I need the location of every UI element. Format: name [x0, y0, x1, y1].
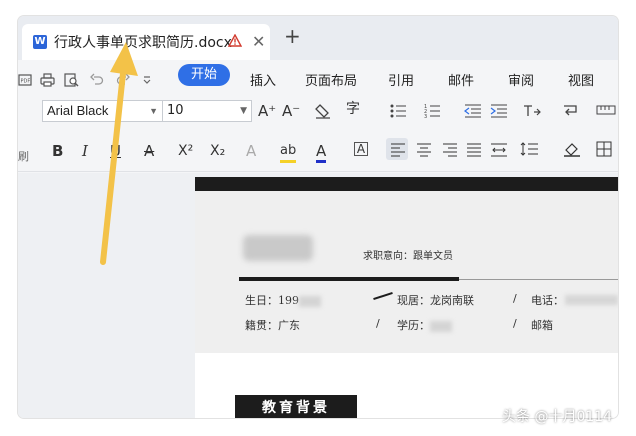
- redacted-education: [430, 320, 452, 332]
- redacted-phone: [565, 295, 618, 305]
- email-field[interactable]: 邮箱: [531, 317, 553, 333]
- increase-indent-icon[interactable]: [490, 103, 508, 119]
- close-tab-icon[interactable]: ✕: [252, 32, 265, 51]
- highlight-color-button[interactable]: ab: [280, 142, 297, 163]
- resume-header-block: 求职意向：跟单文员 生日：199 现居：龙岗南联 / 电话： 籍贯：广东 / 学…: [195, 191, 618, 353]
- chevron-down-icon: ▼: [149, 106, 158, 116]
- grow-font-button[interactable]: A⁺: [258, 102, 276, 120]
- menu-tab-home[interactable]: 开始: [178, 64, 230, 86]
- underline-button[interactable]: U: [110, 142, 121, 160]
- distributed-align-icon[interactable]: [490, 141, 508, 157]
- document-page[interactable]: 求职意向：跟单文员 生日：199 现居：龙岗南联 / 电话： 籍贯：广东 / 学…: [195, 177, 618, 418]
- address-field[interactable]: 现居：龙岗南联: [397, 292, 474, 308]
- menu-tab-review[interactable]: 审阅: [508, 70, 534, 89]
- italic-button[interactable]: I: [82, 142, 88, 160]
- pdf-export-icon[interactable]: PDF: [18, 73, 32, 87]
- source-watermark: 头条 @十月0114: [502, 409, 613, 425]
- education-field[interactable]: 学历：: [397, 317, 452, 333]
- header-rule-thin: [459, 279, 618, 280]
- svg-text:3: 3: [424, 114, 427, 119]
- chevron-down-icon: ▼: [240, 106, 247, 116]
- header-rule-thick: [239, 277, 459, 281]
- new-tab-icon[interactable]: +: [284, 26, 301, 46]
- resume-top-bar: [195, 177, 618, 191]
- print-preview-icon[interactable]: [64, 73, 79, 87]
- line-spacing-icon[interactable]: [520, 141, 540, 157]
- numbered-list-icon[interactable]: 123: [424, 103, 444, 119]
- menu-bar: PDF 开始 插入 页面布局 引用 邮件 审阅 视图: [18, 60, 618, 98]
- decorative-stroke: [373, 291, 393, 301]
- phonetic-guide-button[interactable]: 字: [346, 100, 360, 118]
- font-family-select[interactable]: Arial Black ▼: [42, 100, 163, 122]
- origin-field[interactable]: 籍贯：广东: [245, 317, 300, 333]
- birth-label: 生日：199: [245, 294, 299, 307]
- document-canvas[interactable]: 求职意向：跟单文员 生日：199 现居：龙岗南联 / 电话： 籍贯：广东 / 学…: [18, 173, 618, 418]
- separator: /: [376, 317, 380, 330]
- ruler-icon[interactable]: [596, 104, 616, 116]
- menu-tab-references[interactable]: 引用: [388, 70, 414, 89]
- undo-icon[interactable]: [90, 73, 104, 87]
- birth-field[interactable]: 生日：199: [245, 292, 321, 308]
- job-intent[interactable]: 求职意向：跟单文员: [363, 247, 453, 262]
- app-window: W 行政人事单页求职简历.docx ✕ + PDF 开始 插入 页面布局 引用 …: [18, 16, 618, 418]
- text-direction-icon[interactable]: [522, 102, 542, 118]
- strikethrough-button[interactable]: A: [144, 142, 154, 160]
- word-doc-icon: W: [33, 35, 47, 49]
- bullet-list-icon[interactable]: [390, 103, 410, 119]
- text-effect-button[interactable]: A: [246, 142, 256, 160]
- quick-access-dropdown-icon[interactable]: [142, 75, 152, 85]
- separator: /: [513, 317, 517, 330]
- character-border-button[interactable]: A: [354, 142, 368, 156]
- print-icon[interactable]: [40, 73, 55, 87]
- menu-tab-page-layout[interactable]: 页面布局: [305, 70, 357, 89]
- bold-button[interactable]: B: [52, 142, 63, 160]
- ribbon: Arial Black ▼ 10 ▼ A⁺ A⁻ 字 123 刷 B I U A…: [18, 94, 618, 172]
- borders-icon[interactable]: [596, 141, 612, 157]
- warning-icon[interactable]: [228, 34, 242, 47]
- separator: /: [513, 292, 517, 305]
- align-right-icon[interactable]: [442, 141, 458, 157]
- decrease-indent-icon[interactable]: [464, 103, 482, 119]
- education-label: 学历：: [397, 319, 430, 332]
- phone-field[interactable]: 电话：: [531, 292, 564, 308]
- shading-icon[interactable]: [562, 141, 582, 157]
- font-size-value: 10: [167, 103, 184, 118]
- font-family-value: Arial Black: [47, 103, 109, 118]
- menu-tab-view[interactable]: 视图: [568, 70, 594, 89]
- font-color-button[interactable]: A: [316, 142, 327, 163]
- redo-icon[interactable]: [116, 73, 130, 87]
- justify-icon[interactable]: [466, 141, 482, 157]
- font-size-select[interactable]: 10 ▼: [162, 100, 252, 122]
- subscript-button[interactable]: X₂: [210, 142, 225, 160]
- education-section-title[interactable]: 教育背景: [235, 395, 357, 418]
- redacted-name: [243, 235, 313, 261]
- align-center-icon[interactable]: [416, 141, 432, 157]
- format-painter-label[interactable]: 刷: [18, 148, 29, 164]
- shrink-font-button[interactable]: A⁻: [282, 102, 300, 120]
- tab-bar: W 行政人事单页求职简历.docx ✕ +: [18, 16, 618, 60]
- align-left-icon[interactable]: [390, 141, 406, 157]
- document-tab[interactable]: W 行政人事单页求职简历.docx ✕: [22, 24, 270, 60]
- line-break-icon[interactable]: [562, 102, 582, 118]
- menu-tab-insert[interactable]: 插入: [250, 70, 276, 89]
- redacted-birth: [299, 295, 321, 307]
- superscript-button[interactable]: X²: [178, 142, 193, 160]
- tab-title: 行政人事单页求职简历.docx: [54, 35, 232, 51]
- menu-tab-mailings[interactable]: 邮件: [448, 70, 474, 89]
- clear-format-icon[interactable]: [314, 103, 332, 119]
- svg-text:PDF: PDF: [21, 79, 31, 85]
